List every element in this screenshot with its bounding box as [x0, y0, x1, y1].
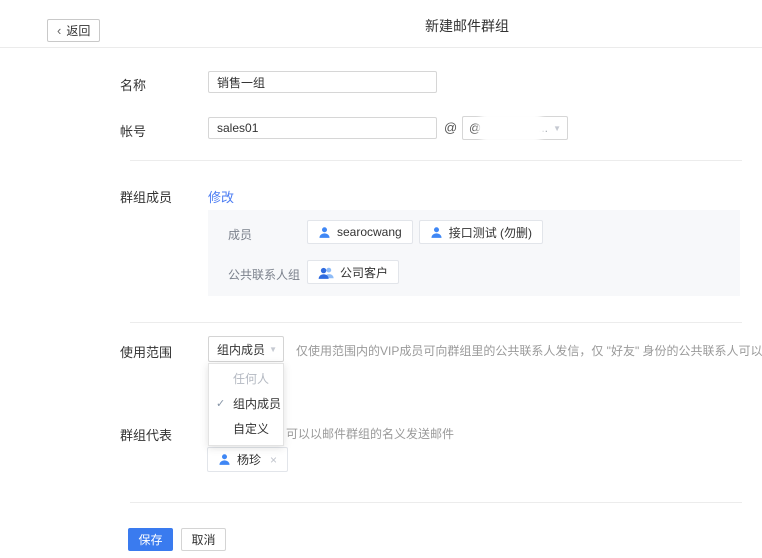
- name-label: 名称: [120, 75, 146, 94]
- at-symbol: @: [444, 120, 457, 135]
- page-title: 新建邮件群组: [425, 16, 509, 36]
- representative-hint-text: 可以以邮件群组的名义发送邮件: [286, 425, 454, 442]
- person-icon: [318, 226, 331, 239]
- modify-members-link[interactable]: 修改: [208, 187, 234, 206]
- chevron-down-icon: ▼: [269, 346, 277, 354]
- account-input[interactable]: [208, 117, 437, 139]
- back-button[interactable]: ‹ 返回: [47, 19, 100, 42]
- person-icon: [430, 226, 443, 239]
- representative-label: 群组代表: [120, 425, 172, 444]
- scope-option-group-members[interactable]: ✓ 组内成员: [209, 392, 283, 417]
- scope-option-custom[interactable]: 自定义: [209, 417, 283, 442]
- scope-dropdown-menu: 任何人 ✓ 组内成员 自定义: [208, 363, 284, 446]
- domain-select[interactable]: @ n... ▼: [462, 116, 568, 140]
- scope-label: 使用范围: [120, 342, 172, 361]
- cancel-button[interactable]: 取消: [181, 528, 226, 551]
- members-section-label: 群组成员: [120, 187, 172, 206]
- members-panel: 成员 searocwang 接口测试 (勿删) 公共联系人组 公司客户: [208, 210, 740, 296]
- scope-selected-value: 组内成员: [217, 341, 265, 358]
- member-chip-label: searocwang: [337, 225, 402, 239]
- save-button[interactable]: 保存: [128, 528, 173, 551]
- member-chip: searocwang: [307, 220, 413, 244]
- divider: [130, 322, 742, 323]
- redaction-blur: [478, 112, 544, 143]
- scope-option-anyone[interactable]: 任何人: [209, 367, 283, 392]
- divider: [130, 160, 742, 161]
- scope-select[interactable]: 组内成员 ▼: [208, 336, 284, 362]
- divider: [130, 502, 742, 503]
- contact-group-chip-label: 公司客户: [340, 264, 388, 281]
- representative-chip: 杨珍 ×: [207, 447, 288, 472]
- member-chip: 接口测试 (勿删): [419, 220, 543, 244]
- scope-option-label: 组内成员: [233, 397, 281, 411]
- topbar: ‹ 返回 新建邮件群组: [0, 0, 762, 48]
- contacts-row-label: 公共联系人组: [228, 266, 300, 283]
- name-input[interactable]: [208, 71, 437, 93]
- scope-option-label: 任何人: [233, 372, 269, 386]
- scope-option-label: 自定义: [233, 422, 269, 436]
- person-icon: [218, 453, 231, 466]
- members-row-label: 成员: [228, 226, 252, 243]
- contacts-tag-row: 公司客户: [307, 260, 399, 284]
- group-icon: [318, 266, 334, 279]
- check-icon: ✓: [216, 392, 225, 417]
- member-chip-label: 接口测试 (勿删): [449, 224, 532, 241]
- members-tag-row: searocwang 接口测试 (勿删): [307, 220, 543, 244]
- back-chevron-icon: ‹: [57, 24, 61, 37]
- remove-representative-icon[interactable]: ×: [270, 453, 277, 467]
- account-label: 帐号: [120, 121, 146, 140]
- representative-chip-label: 杨珍: [237, 451, 261, 468]
- chevron-down-icon: ▼: [553, 125, 561, 133]
- contact-group-chip: 公司客户: [307, 260, 399, 284]
- scope-hint-text: 仅使用范围内的VIP成员可向群组里的公共联系人发信，仅 "好友" 身份的公共联系…: [296, 342, 762, 359]
- back-label: 返回: [66, 22, 90, 39]
